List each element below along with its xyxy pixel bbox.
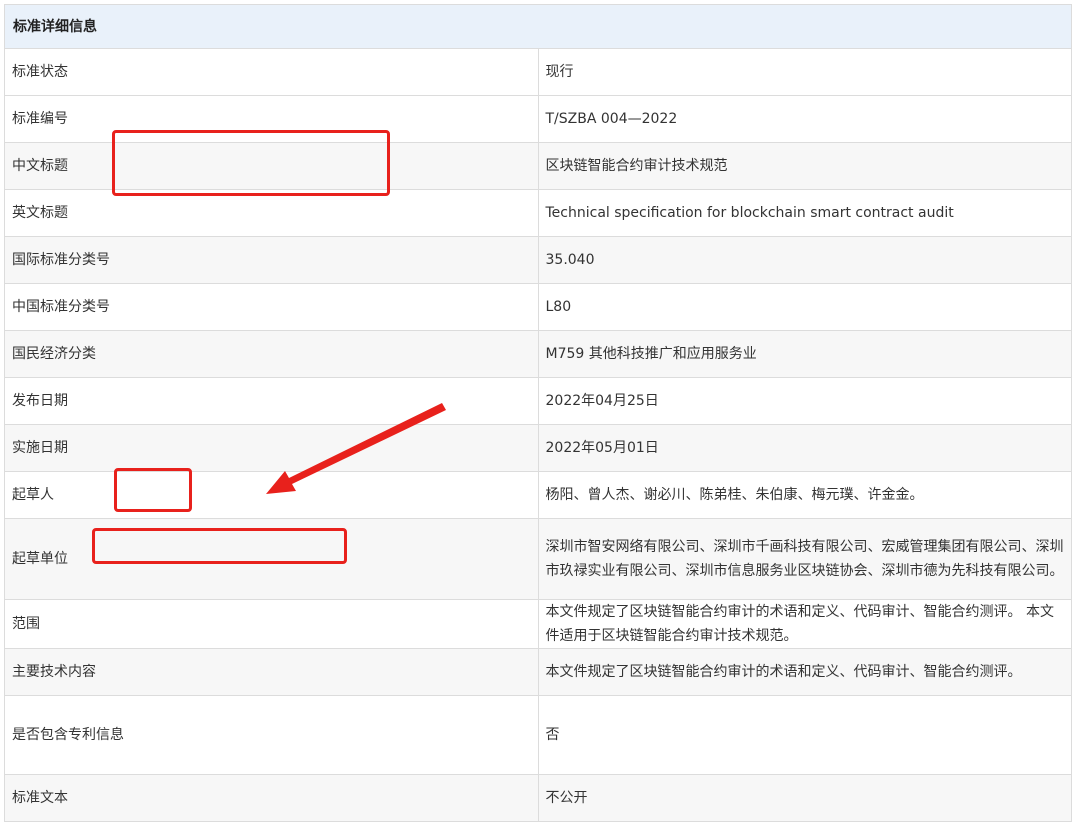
row-value-implement-date: 2022年05月01日 <box>537 424 1072 472</box>
row-label-drafters: 起草人 <box>4 471 539 519</box>
table-row: 是否包含专利信息 否 <box>4 695 1072 775</box>
row-value-publish-date: 2022年04月25日 <box>537 377 1072 425</box>
table-row: 中文标题 区块链智能合约审计技术规范 <box>4 142 1072 190</box>
row-label-status: 标准状态 <box>4 48 539 96</box>
table-row: 国民经济分类 M759 其他科技推广和应用服务业 <box>4 330 1072 378</box>
row-label-patent-info: 是否包含专利信息 <box>4 695 539 775</box>
row-value-economy-class: M759 其他科技推广和应用服务业 <box>537 330 1072 378</box>
table-row: 起草单位 深圳市智安网络有限公司、深圳市千画科技有限公司、宏威管理集团有限公司、… <box>4 518 1072 600</box>
table-row: 发布日期 2022年04月25日 <box>4 377 1072 425</box>
row-value-patent-info: 否 <box>537 695 1072 775</box>
table-row: 起草人 杨阳、曾人杰、谢必川、陈弟桂、朱伯康、梅元璞、许金金。 <box>4 471 1072 519</box>
row-label-standard-text: 标准文本 <box>4 774 539 822</box>
row-label-publish-date: 发布日期 <box>4 377 539 425</box>
row-label-implement-date: 实施日期 <box>4 424 539 472</box>
row-value-ics: 35.040 <box>537 236 1072 284</box>
row-label-ccs: 中国标准分类号 <box>4 283 539 331</box>
table-row: 中国标准分类号 L80 <box>4 283 1072 331</box>
row-label-number: 标准编号 <box>4 95 539 143</box>
table-row: 实施日期 2022年05月01日 <box>4 424 1072 472</box>
table-row: 主要技术内容 本文件规定了区块链智能合约审计的术语和定义、代码审计、智能合约测评… <box>4 648 1072 696</box>
table-row: 国际标准分类号 35.040 <box>4 236 1072 284</box>
row-label-scope: 范围 <box>4 599 539 649</box>
row-label-cn-title: 中文标题 <box>4 142 539 190</box>
row-value-ccs: L80 <box>537 283 1072 331</box>
table-row: 标准状态 现行 <box>4 48 1072 96</box>
row-value-standard-text: 不公开 <box>537 774 1072 822</box>
row-value-en-title: Technical specification for blockchain s… <box>537 189 1072 237</box>
row-label-ics: 国际标准分类号 <box>4 236 539 284</box>
row-label-economy-class: 国民经济分类 <box>4 330 539 378</box>
table-row: 英文标题 Technical specification for blockch… <box>4 189 1072 237</box>
table-row: 范围 本文件规定了区块链智能合约审计的术语和定义、代码审计、智能合约测评。 本文… <box>4 599 1072 649</box>
row-label-drafting-units: 起草单位 <box>4 518 539 600</box>
row-value-drafting-units: 深圳市智安网络有限公司、深圳市千画科技有限公司、宏威管理集团有限公司、深圳市玖禄… <box>537 518 1072 600</box>
standard-detail-table: 标准详细信息 标准状态 现行 标准编号 T/SZBA 004—2022 中文标题… <box>4 4 1072 822</box>
row-value-drafters: 杨阳、曾人杰、谢必川、陈弟桂、朱伯康、梅元璞、许金金。 <box>537 471 1072 519</box>
row-label-en-title: 英文标题 <box>4 189 539 237</box>
row-value-cn-title: 区块链智能合约审计技术规范 <box>537 142 1072 190</box>
row-value-status: 现行 <box>537 48 1072 96</box>
row-value-number: T/SZBA 004—2022 <box>537 95 1072 143</box>
row-label-main-content: 主要技术内容 <box>4 648 539 696</box>
row-value-main-content: 本文件规定了区块链智能合约审计的术语和定义、代码审计、智能合约测评。 <box>537 648 1072 696</box>
table-row: 标准编号 T/SZBA 004—2022 <box>4 95 1072 143</box>
row-value-scope: 本文件规定了区块链智能合约审计的术语和定义、代码审计、智能合约测评。 本文件适用… <box>537 599 1072 649</box>
table-header: 标准详细信息 <box>4 4 1072 49</box>
table-row: 标准文本 不公开 <box>4 774 1072 822</box>
